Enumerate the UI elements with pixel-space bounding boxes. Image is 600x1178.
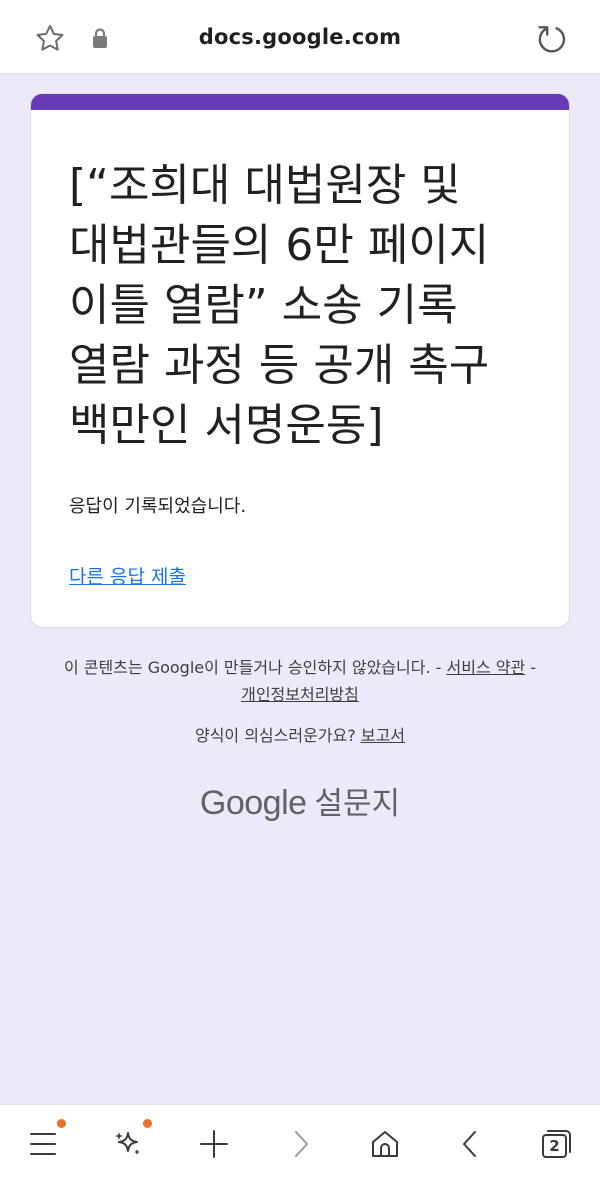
google-forms-logo[interactable]: Google 설문지 (0, 778, 600, 823)
privacy-policy-link[interactable]: 개인정보처리방침 (241, 685, 359, 704)
menu-notification-dot (57, 1119, 66, 1128)
tabs-icon[interactable]: 2 (534, 1122, 578, 1166)
form-card: [“조희대 대법원장 및 대법관들의 6만 페이지 이틀 열람” 소송 기록 열… (30, 93, 570, 628)
confirmation-message: 응답이 기록되었습니다. (69, 496, 247, 517)
submit-another-response-link[interactable]: 다른 응답 제출 (69, 562, 186, 589)
sparkle-icon[interactable] (106, 1122, 150, 1166)
back-icon[interactable] (448, 1122, 492, 1166)
brand-google: Google (199, 784, 307, 822)
sparkle-notification-dot (143, 1119, 152, 1128)
brand-forms: 설문지 (314, 786, 401, 822)
report-abuse-line: 양식이 의심스러운가요? 보고서 (0, 722, 600, 746)
form-accent-bar (31, 94, 569, 110)
forward-icon[interactable] (279, 1122, 323, 1166)
suspicious-question: 양식이 의심스러운가요? (194, 726, 361, 745)
disclaimer-label: 이 콘텐츠는 Google이 만들거나 승인하지 않았습니다. - (63, 658, 447, 677)
report-link[interactable]: 보고서 (361, 726, 405, 745)
browser-address-bar: docs.google.com (0, 0, 600, 74)
reload-icon[interactable] (532, 20, 570, 58)
disclaimer-text: 이 콘텐츠는 Google이 만들거나 승인하지 않았습니다. - 서비스 약관… (55, 654, 545, 708)
terms-of-service-link[interactable]: 서비스 약관 (447, 658, 526, 677)
browser-bottom-toolbar: 2 (0, 1104, 600, 1178)
tab-count: 2 (549, 1137, 560, 1155)
home-icon[interactable] (363, 1122, 407, 1166)
plus-icon[interactable] (192, 1122, 236, 1166)
url-text[interactable]: docs.google.com (0, 25, 600, 49)
disclaimer-separator: - (525, 658, 537, 677)
form-title: [“조희대 대법원장 및 대법관들의 6만 페이지 이틀 열람” 소송 기록 열… (69, 160, 490, 451)
menu-icon[interactable] (21, 1122, 65, 1166)
